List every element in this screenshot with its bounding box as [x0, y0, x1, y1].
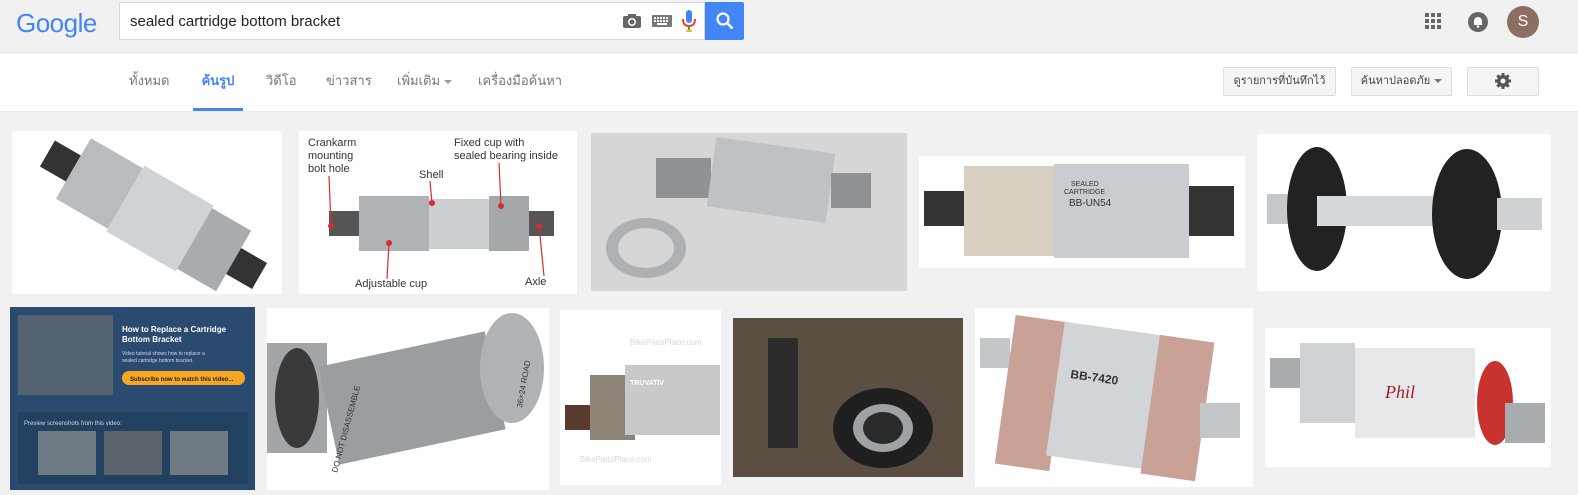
bottom-bracket-photo	[733, 318, 963, 477]
product-label: CARTRIDGE	[1064, 189, 1105, 196]
bell-glyph	[1474, 17, 1482, 28]
image-result[interactable]: DO NOT DISASSEMBLE 36×24 ROAD	[267, 308, 549, 490]
product-label: BB-UN54	[1069, 198, 1112, 209]
image-result[interactable]: Crankarm mounting bolt hole Fixed cup wi…	[299, 131, 577, 294]
top-header: Google sealed cartridge bottom bracket S	[0, 0, 1578, 53]
video-title: Bottom Bracket	[122, 335, 182, 344]
video-cta: Subscribe now to watch this video...	[130, 377, 234, 383]
tab-videos[interactable]: วิดีโอ	[266, 53, 297, 111]
bottom-bracket-diagram: Crankarm mounting bolt hole Fixed cup wi…	[308, 137, 558, 290]
image-result[interactable]	[733, 318, 963, 477]
tab-search-tools[interactable]: เครื่องมือค้นหา	[478, 53, 562, 111]
video-preview-label: Preview screenshots from this video:	[24, 421, 122, 427]
notifications-icon[interactable]	[1468, 12, 1488, 32]
search-tools	[622, 3, 696, 39]
search-button[interactable]	[705, 2, 744, 40]
settings-button[interactable]	[1467, 67, 1539, 96]
image-result[interactable]: How to Replace a Cartridge Bottom Bracke…	[10, 307, 255, 490]
image-result[interactable]	[1257, 134, 1551, 291]
diagram-label: Axle	[525, 276, 546, 288]
bottom-bracket-image	[591, 133, 907, 291]
diagram-label: bolt hole	[308, 163, 350, 175]
image-result[interactable]: BB-7420	[975, 308, 1253, 487]
diagram-label: Shell	[419, 169, 443, 181]
search-input[interactable]	[120, 3, 620, 39]
tab-all[interactable]: ทั้งหมด	[129, 53, 170, 111]
search-icon	[715, 12, 733, 30]
watermark: BikePartsPlace.com	[630, 338, 702, 347]
bottom-bracket-image	[1267, 147, 1542, 279]
image-result[interactable]	[591, 133, 907, 291]
video-desc: Video tutorial shows how to replace a	[122, 351, 205, 357]
bottom-bracket-image: TRUVATIV BikePartsPlace.com BikePartsPla…	[565, 338, 720, 464]
search-nav: ทั้งหมด ค้นรูป วิดีโอ ข่าวสาร เพิ่มเติม …	[0, 53, 1578, 112]
tab-more-label: เพิ่มเติม	[397, 73, 441, 88]
saved-images-button[interactable]: ดูรายการที่บันทึกไว้	[1223, 67, 1336, 96]
bottom-bracket-image: BB-UN54 SEALED CARTRIDGE	[924, 164, 1234, 258]
safesearch-button[interactable]: ค้นหาปลอดภัย	[1351, 67, 1452, 96]
logo-text: Google	[16, 8, 97, 38]
chevron-down-icon	[1434, 79, 1443, 84]
search-box	[119, 2, 705, 40]
diagram-label: Adjustable cup	[355, 278, 427, 290]
apps-grid-icon[interactable]	[1425, 13, 1441, 29]
video-desc: sealed cartridge bottom bracket.	[122, 358, 193, 364]
watermark: BikePartsPlace.com	[580, 455, 652, 464]
diagram-label: Fixed cup with	[454, 137, 524, 149]
bottom-bracket-image	[39, 138, 268, 292]
image-result[interactable]	[12, 131, 282, 294]
google-logo[interactable]: Google	[16, 8, 97, 39]
product-label: SEALED	[1071, 181, 1099, 188]
bottom-bracket-image: BB-7420	[980, 314, 1240, 482]
avatar[interactable]: S	[1507, 6, 1539, 38]
video-tutorial-card: How to Replace a Cartridge Bottom Bracke…	[10, 307, 255, 490]
diagram-label: mounting	[308, 150, 353, 162]
gear-icon	[1495, 73, 1511, 89]
video-title: How to Replace a Cartridge	[122, 325, 227, 334]
mic-icon[interactable]	[682, 10, 696, 32]
safesearch-label: ค้นหาปลอดภัย	[1360, 75, 1431, 87]
camera-icon[interactable]	[622, 13, 642, 29]
tab-more[interactable]: เพิ่มเติม	[397, 53, 453, 111]
image-result[interactable]: TRUVATIV BikePartsPlace.com BikePartsPla…	[560, 310, 721, 485]
tab-images[interactable]: ค้นรูป	[193, 53, 243, 111]
product-label: TRUVATIV	[630, 380, 664, 387]
image-result[interactable]: Phil	[1265, 328, 1551, 467]
diagram-label: Crankarm	[308, 137, 356, 149]
keyboard-icon[interactable]	[652, 15, 672, 27]
tab-news[interactable]: ข่าวสาร	[326, 53, 372, 111]
bottom-bracket-image: DO NOT DISASSEMBLE 36×24 ROAD	[267, 313, 544, 474]
image-result[interactable]: BB-UN54 SEALED CARTRIDGE	[919, 156, 1245, 268]
diagram-label: sealed bearing inside	[454, 150, 558, 162]
bottom-bracket-image: Phil	[1270, 343, 1545, 445]
chevron-down-icon	[444, 79, 453, 84]
product-label: Phil	[1384, 382, 1415, 402]
